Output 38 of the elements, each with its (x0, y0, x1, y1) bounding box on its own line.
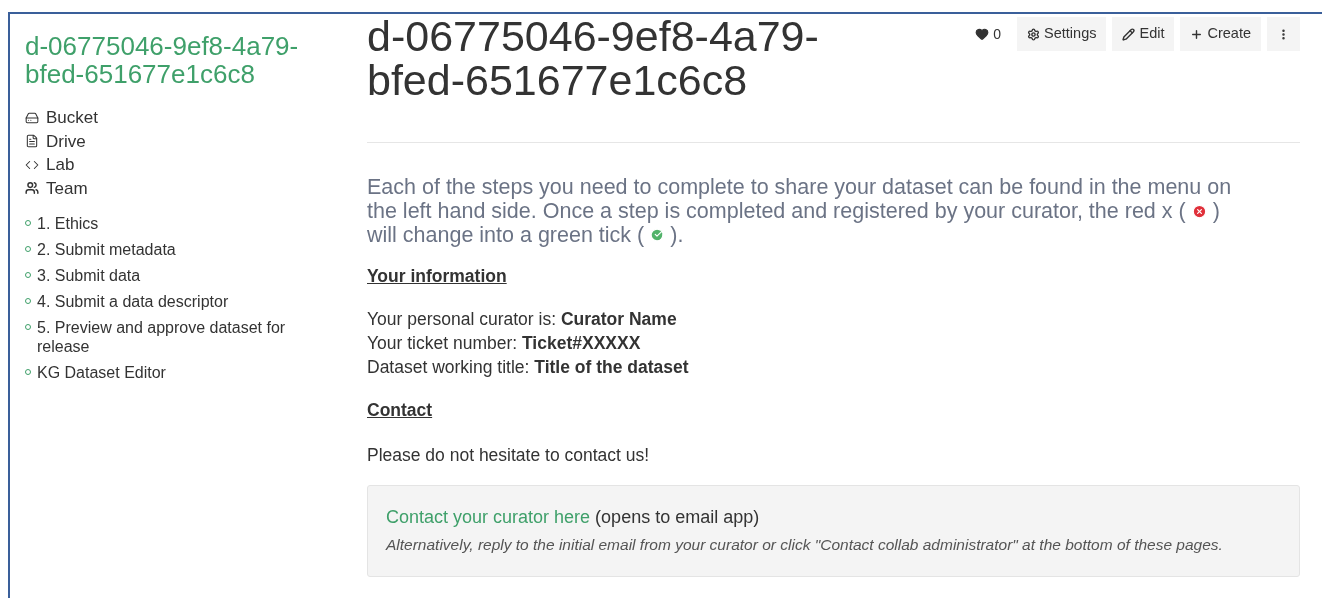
section-heading: Contact (367, 399, 434, 423)
step-link[interactable]: 1. Ethics (37, 214, 312, 233)
intro-text: Each of the steps you need to complete to share your dataset can be found in the menu on (367, 175, 1233, 199)
page-title: d-06775046-9ef8-4a79-bfed-651677e1c6c8 (367, 14, 820, 102)
info-line: Dataset working title: Title of the dataset (367, 356, 690, 380)
error-icon (1191, 203, 1207, 219)
people-icon (25, 181, 39, 196)
intro-text: ). (670, 223, 684, 247)
intro-text: the left hand side. Once a step is completed and registered by your curator, the red x ( (367, 199, 1186, 223)
info-line: Your ticket number: Ticket#XXXXX (367, 332, 642, 356)
drive-icon (25, 110, 39, 125)
pencil-icon (1122, 27, 1136, 41)
link-note: (opens to email app) (595, 505, 760, 529)
toolbar-button[interactable]: Edit (1112, 17, 1175, 51)
sidebar-tool-link[interactable]: Drive (25, 129, 347, 153)
sidebar-tool-link[interactable]: Team (25, 176, 347, 200)
toolbar-button[interactable]: Create (1180, 17, 1261, 51)
sidebar-tool-link[interactable]: Lab (25, 153, 347, 177)
toolbar-button[interactable]: Settings (1017, 17, 1107, 51)
sidebar-tool-link[interactable]: Bucket (25, 106, 347, 130)
step-link[interactable]: 2. Submit metadata (37, 240, 312, 259)
step-link[interactable]: KG Dataset Editor (37, 363, 312, 382)
section-heading: Your information (367, 265, 508, 288)
document-icon (25, 134, 39, 149)
check-icon (650, 228, 665, 242)
step-link[interactable]: 4. Submit a data descriptor (37, 292, 312, 311)
intro-text: will change into a green tick ( (367, 223, 645, 247)
step-link[interactable]: 5. Preview and approve dataset for release (37, 318, 312, 356)
like-count[interactable]: 0 (975, 23, 1002, 45)
step-link[interactable]: 3. Submit data (37, 266, 312, 285)
plus-icon (1190, 27, 1204, 41)
more-button[interactable] (1267, 17, 1300, 51)
heart-icon (975, 27, 990, 41)
intro-text: ) (1212, 199, 1220, 223)
alternative-note: Alternatively, reply to the initial email from your curator or click "Contact collab administrator" at the bottom of these pages. (386, 534, 1224, 555)
info-line: Your personal curator is: Curator Name (367, 308, 678, 332)
contact-text: Please do not hesitate to contact us! (367, 443, 651, 467)
settings-icon (1027, 27, 1041, 41)
